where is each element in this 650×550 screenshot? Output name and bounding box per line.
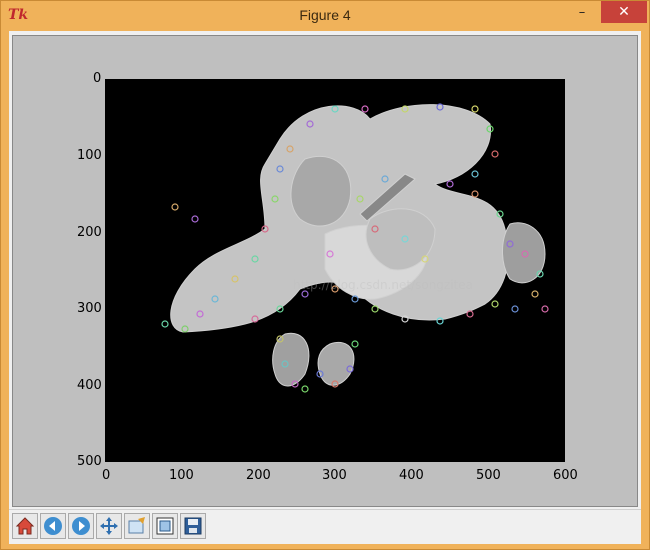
- x-tick-label: 600: [553, 468, 578, 483]
- back-button[interactable]: [40, 513, 66, 539]
- x-tick-label: 0: [102, 468, 111, 483]
- watermark-text: http://blog.csdn.net/songzitea: [293, 278, 473, 292]
- y-tick-label: 500: [77, 454, 102, 469]
- move-arrows-icon: [100, 517, 118, 535]
- zoom-rect-icon: [128, 517, 145, 534]
- y-tick-label: 0: [93, 71, 102, 86]
- back-arrow-icon: [44, 517, 62, 535]
- x-tick-label: 500: [476, 468, 501, 483]
- save-disk-icon: [184, 517, 202, 535]
- figure-window: Tk Figure 4 – □ ✕: [0, 0, 650, 550]
- home-button[interactable]: [12, 513, 38, 539]
- x-tick-label: 200: [246, 468, 271, 483]
- close-icon: ✕: [618, 4, 630, 20]
- y-tick-label: 100: [77, 148, 102, 163]
- pan-button[interactable]: [96, 513, 122, 539]
- close-button[interactable]: ✕: [601, 1, 647, 23]
- forward-arrow-icon: [72, 517, 90, 535]
- minimize-button[interactable]: –: [569, 1, 595, 23]
- home-icon: [15, 517, 35, 535]
- save-button[interactable]: [180, 513, 206, 539]
- forward-button[interactable]: [68, 513, 94, 539]
- y-tick-label: 200: [77, 225, 102, 240]
- navigation-toolbar: [9, 509, 641, 544]
- x-tick-label: 400: [399, 468, 424, 483]
- figure-canvas[interactable]: http://blog.csdn.net/songzitea 0 100 200…: [12, 35, 638, 507]
- x-tick-label: 300: [322, 468, 347, 483]
- x-tick-label: 100: [169, 468, 194, 483]
- plot-axes[interactable]: http://blog.csdn.net/songzitea: [105, 79, 565, 462]
- minimize-icon: –: [578, 4, 586, 20]
- client-area: http://blog.csdn.net/songzitea 0 100 200…: [9, 31, 641, 544]
- configure-subplots-button[interactable]: [152, 513, 178, 539]
- y-tick-label: 300: [77, 301, 102, 316]
- title-bar[interactable]: Tk Figure 4 – □ ✕: [1, 1, 649, 31]
- leaf-image: http://blog.csdn.net/songzitea: [105, 79, 565, 462]
- window-title: Figure 4: [299, 7, 351, 23]
- y-tick-label: 400: [77, 378, 102, 393]
- zoom-button[interactable]: [124, 513, 150, 539]
- subplots-icon: [156, 517, 174, 535]
